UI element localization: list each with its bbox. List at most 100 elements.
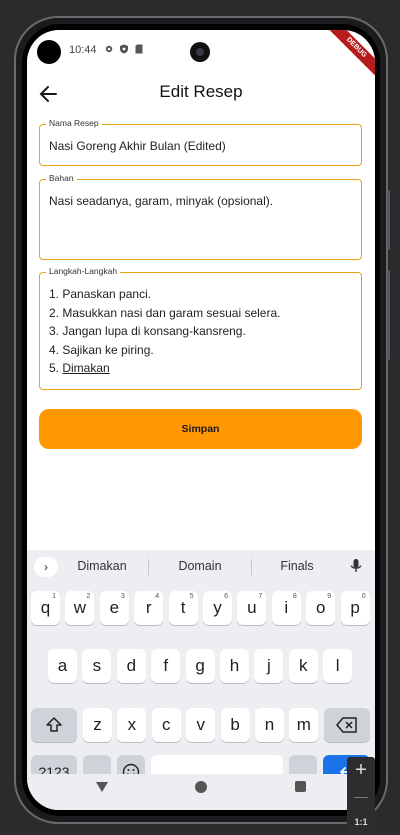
zoom-in-button[interactable]: + [347, 759, 375, 782]
key-label: z [93, 715, 102, 734]
status-time: 10:44 [69, 44, 97, 56]
step-number: 5. [49, 361, 63, 375]
key-label: a [57, 656, 68, 675]
chevron-right-icon[interactable]: › [34, 557, 58, 577]
key-u[interactable]: u7 [237, 591, 267, 625]
power-button [387, 190, 390, 250]
key-label: j [267, 656, 271, 675]
gear-icon [104, 44, 114, 54]
nav-home-icon[interactable] [195, 781, 207, 793]
key-label: x [127, 715, 137, 734]
mic-icon[interactable] [350, 558, 362, 577]
status-bar: 10:44 DEBUG [27, 30, 375, 85]
backspace-icon [336, 717, 357, 733]
key-label: g [195, 656, 205, 675]
nav-recents-icon[interactable] [295, 781, 306, 792]
key-y[interactable]: y6 [203, 591, 232, 625]
volume-button [387, 270, 390, 360]
key-label: s [92, 656, 102, 675]
backspace-key[interactable] [324, 708, 370, 742]
key-k[interactable]: k [288, 649, 318, 683]
key-z[interactable]: z [83, 708, 112, 742]
key-label: y [213, 598, 222, 617]
key-label: q [40, 598, 51, 617]
key-v[interactable]: v [186, 708, 216, 742]
key-hint: 6 [224, 593, 228, 600]
key-hint: 4 [155, 593, 160, 600]
front-sensor [37, 40, 61, 64]
key-o[interactable]: o9 [306, 591, 336, 625]
key-r[interactable]: r4 [134, 591, 164, 625]
key-j[interactable]: j [254, 649, 284, 683]
key-q[interactable]: q1 [31, 591, 60, 625]
key-hint: 0 [361, 593, 366, 600]
key-label: c [162, 715, 171, 734]
recipe-name-label: Nama Resep [46, 118, 102, 128]
step-line: 1. Panaskan panci. [49, 287, 152, 301]
suggestion-2[interactable]: Domain [155, 559, 245, 573]
key-label: h [229, 656, 240, 675]
key-hint: 9 [327, 593, 332, 600]
shift-icon [46, 717, 62, 732]
ingredients-value: Nasi seadanya, garam, minyak (opsional). [49, 194, 274, 208]
sd-card-icon [134, 44, 144, 54]
suggestion-1[interactable]: Dimakan [57, 559, 147, 573]
key-c[interactable]: c [151, 708, 181, 742]
emulator-zoom-controls: + 1:1 [347, 757, 375, 833]
key-i[interactable]: i8 [271, 591, 301, 625]
suggestion-divider [148, 559, 149, 575]
nav-back-icon[interactable] [96, 782, 108, 792]
save-button[interactable]: Simpan [39, 409, 362, 449]
key-label: t [180, 598, 186, 617]
key-d[interactable]: d [116, 649, 146, 683]
key-l[interactable]: l [323, 649, 353, 683]
key-x[interactable]: x [117, 708, 147, 742]
navigation-bar [27, 774, 375, 810]
step-line-last: 5. Dimakan [49, 359, 352, 378]
key-hint: 3 [120, 593, 125, 600]
steps-label: Langkah-Langkah [46, 266, 121, 276]
suggestion-3[interactable]: Finals [252, 559, 342, 573]
recipe-name-value: Nasi Goreng Akhir Bulan (Edited) [49, 139, 226, 153]
status-icons [104, 44, 144, 54]
shift-key[interactable] [31, 708, 77, 742]
camera-icon [190, 42, 210, 62]
zoom-ratio-label[interactable]: 1:1 [347, 817, 375, 827]
key-label: r [145, 598, 152, 617]
key-s[interactable]: s [82, 649, 112, 683]
key-label: u [247, 598, 257, 617]
suggestion-bar: › Dimakan Domain Finals [27, 550, 375, 584]
key-hint: 8 [292, 593, 297, 600]
key-hint: 2 [86, 593, 91, 600]
ingredients-field[interactable]: Bahan Nasi seadanya, garam, minyak (opsi… [39, 173, 362, 260]
step-line: 2. Masukkan nasi dan garam sesuai selera… [49, 305, 281, 320]
key-a[interactable]: a [48, 649, 77, 683]
ingredients-label: Bahan [46, 173, 77, 183]
key-t[interactable]: t5 [168, 591, 198, 625]
key-label: i [284, 598, 289, 617]
key-p[interactable]: p0 [340, 591, 370, 625]
key-m[interactable]: m [289, 708, 319, 742]
soft-keyboard: › Dimakan Domain Finals q1w2e3r4t5y6u7i8… [27, 550, 375, 789]
key-b[interactable]: b [220, 708, 250, 742]
key-hint: 1 [52, 593, 56, 600]
key-label: e [109, 598, 120, 617]
recipe-name-field[interactable]: Nama Resep Nasi Goreng Akhir Bulan (Edit… [39, 118, 362, 166]
page-title: Edit Resep [159, 82, 243, 101]
shield-icon [119, 44, 129, 54]
key-n[interactable]: n [255, 708, 284, 742]
app-bar: Edit Resep [27, 74, 375, 114]
zoom-out-button[interactable] [354, 797, 368, 798]
key-hint: 5 [189, 593, 194, 600]
key-w[interactable]: w2 [65, 591, 95, 625]
key-label: n [264, 715, 275, 734]
key-hint: 7 [258, 593, 263, 600]
steps-field[interactable]: Langkah-Langkah 1. Panaskan panci. 2. Ma… [39, 266, 362, 390]
key-f[interactable]: f [151, 649, 181, 683]
key-h[interactable]: h [220, 649, 249, 683]
key-e[interactable]: e3 [99, 591, 129, 625]
key-label: w [73, 598, 87, 617]
key-g[interactable]: g [185, 649, 215, 683]
arrow-left-icon[interactable] [37, 82, 61, 106]
key-label: d [126, 656, 137, 675]
